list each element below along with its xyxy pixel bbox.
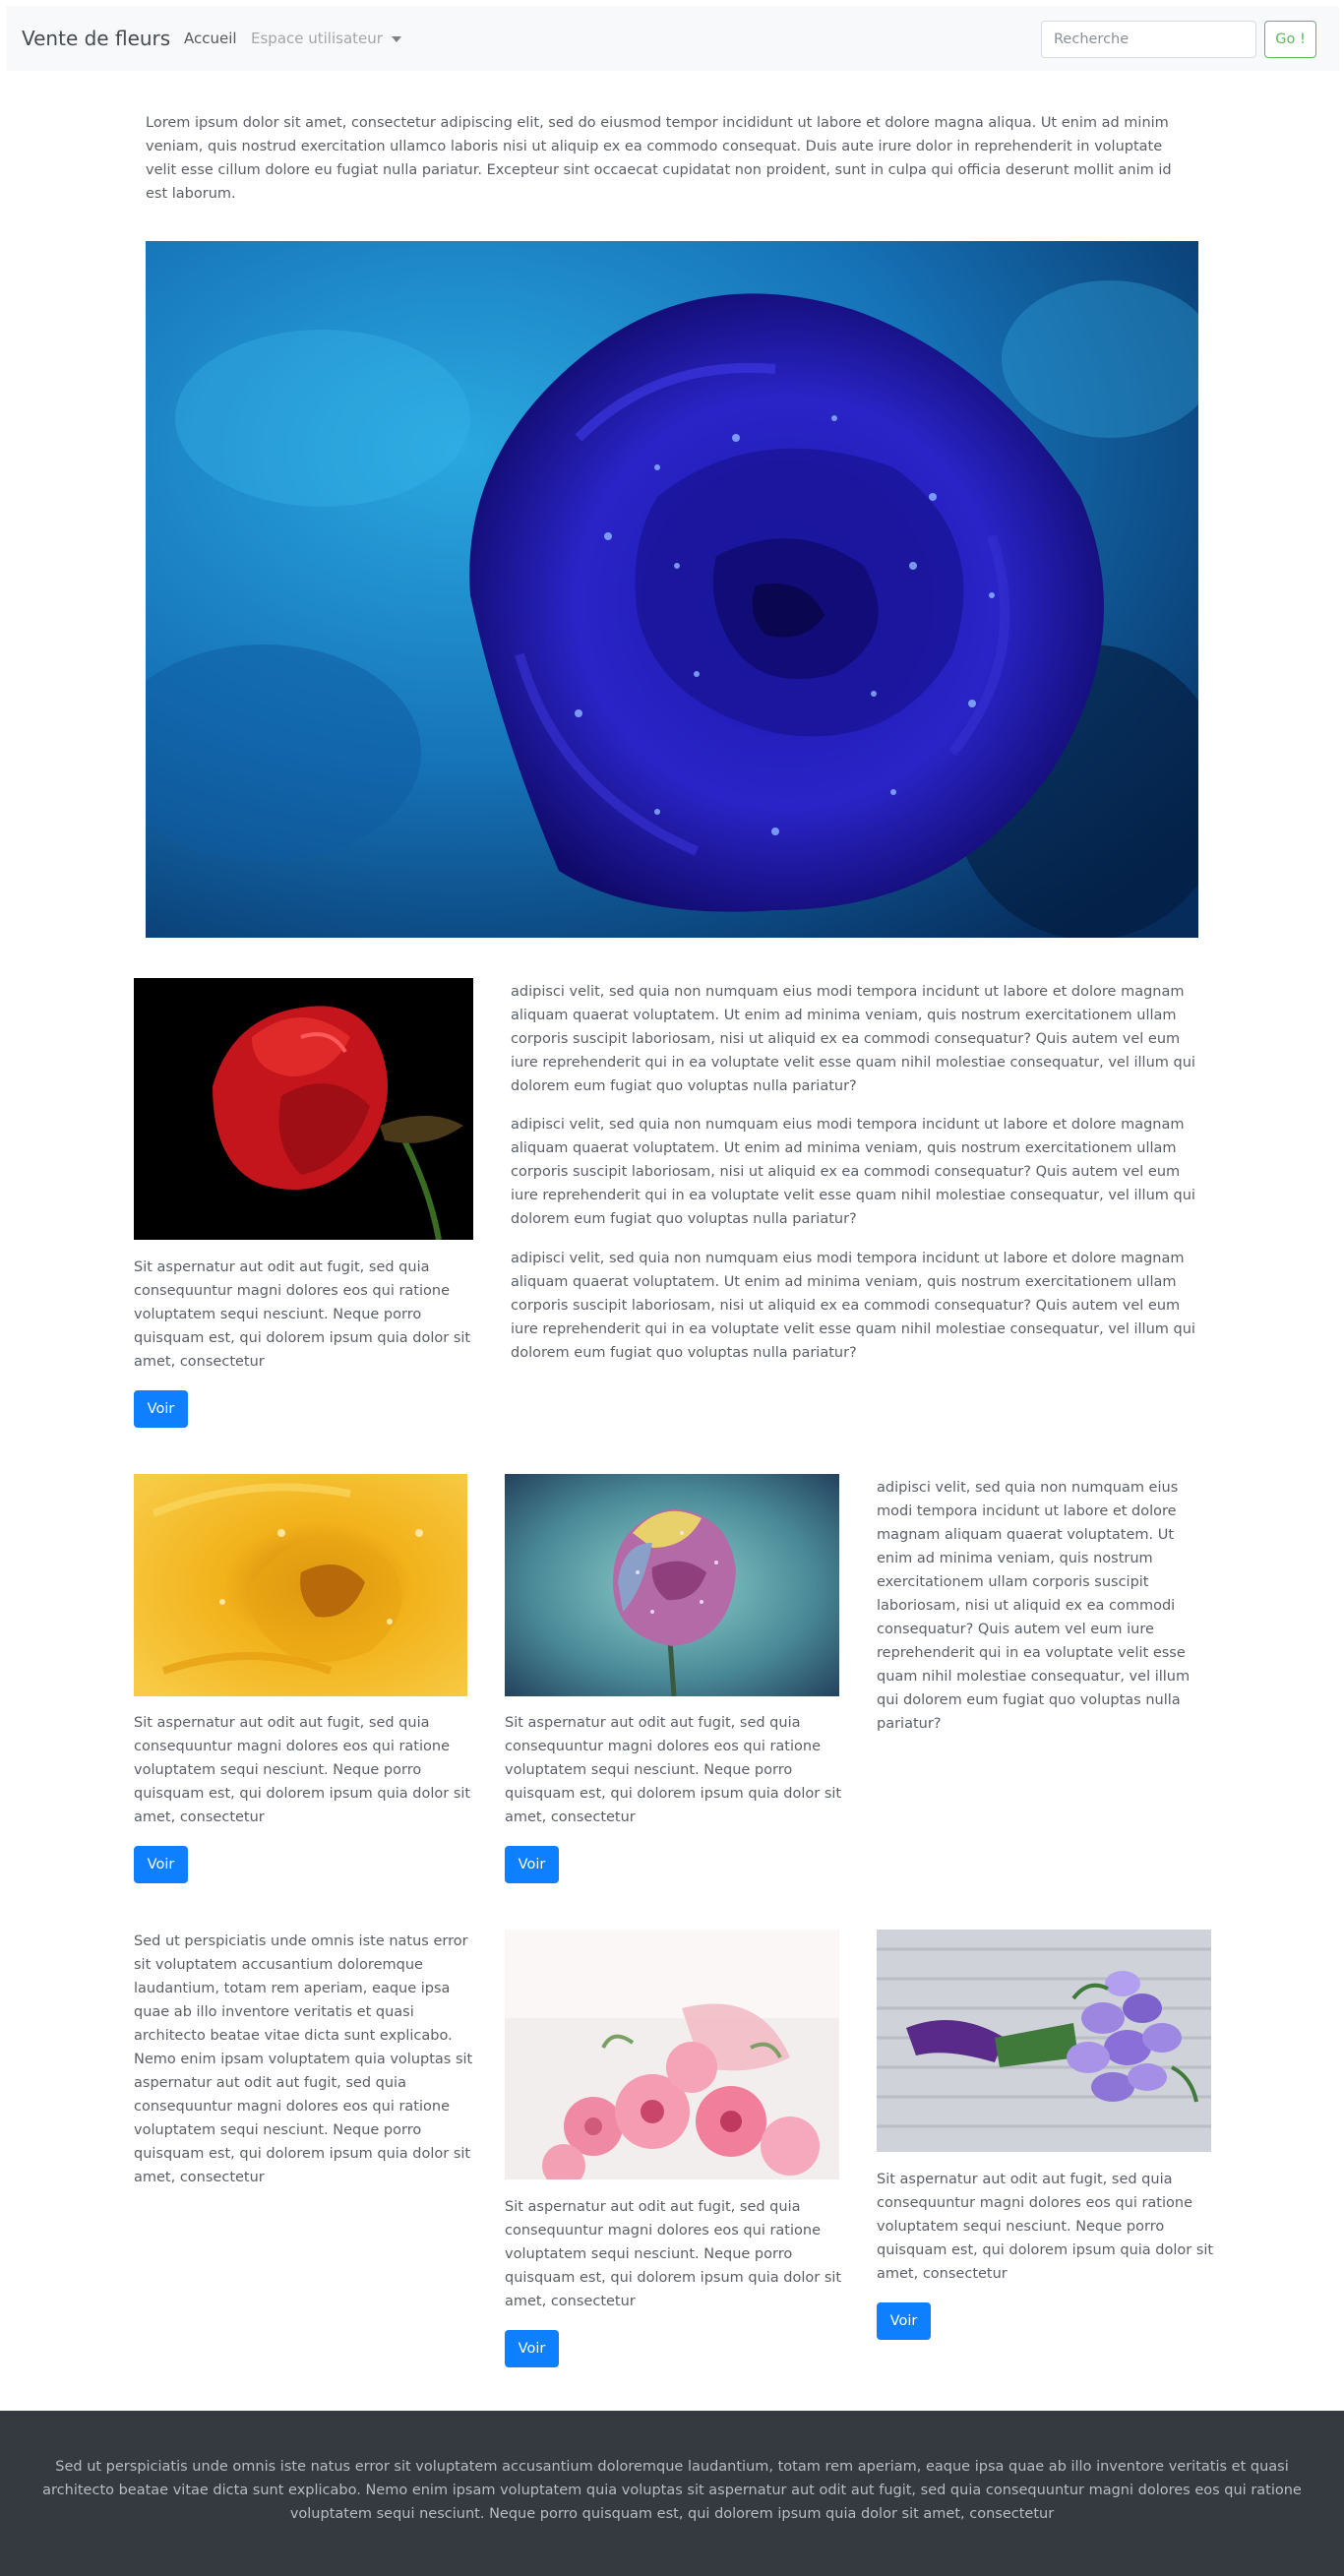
pink-bouquet-image (505, 1930, 839, 2179)
caret-down-icon (391, 36, 401, 42)
footer-text: Sed ut perspiciatis unde omnis iste natu… (42, 2459, 1302, 2522)
yellow-rose-image (134, 1474, 467, 1696)
card-caption: Sit aspernatur aut odit aut fugit, sed q… (505, 2199, 842, 2309)
intro-paragraph: Lorem ipsum dolor sit amet, consectetur … (146, 115, 1172, 202)
view-button[interactable]: Voir (134, 1390, 188, 1428)
brand-link[interactable]: Vente de fleurs (22, 6, 170, 71)
purple-bouquet-illustration (877, 1930, 1211, 2152)
section1-paragraph-1: adipisci velit, sed quia non numquam eiu… (511, 984, 1195, 1094)
red-rose-image (134, 978, 473, 1240)
view-button[interactable]: Voir (877, 2302, 931, 2340)
card-caption: Sit aspernatur aut odit aut fugit, sed q… (505, 1715, 842, 1825)
section2-side-text: adipisci velit, sed quia non numquam eiu… (877, 1480, 1191, 1732)
nav-user-label: Espace utilisateur (251, 30, 383, 47)
view-button[interactable]: Voir (134, 1846, 188, 1883)
rainbow-rose-image (505, 1474, 839, 1696)
pink-bouquet-illustration (505, 1930, 839, 2179)
card-caption: Sit aspernatur aut odit aut fugit, sed q… (134, 1259, 471, 1370)
navbar: Vente de fleurs Accueil Espace utilisate… (6, 6, 1339, 71)
rainbow-rose-illustration (505, 1474, 839, 1696)
purple-bouquet-image (877, 1930, 1211, 2152)
view-button[interactable]: Voir (505, 2330, 559, 2367)
nav-user-dropdown[interactable]: Espace utilisateur (251, 6, 401, 71)
search-button[interactable]: Go ! (1264, 21, 1316, 58)
card-caption: Sit aspernatur aut odit aut fugit, sed q… (877, 2172, 1214, 2282)
footer: Sed ut perspiciatis unde omnis iste natu… (0, 2411, 1344, 2576)
card-caption: Sit aspernatur aut odit aut fugit, sed q… (134, 1715, 471, 1825)
blue-rose-illustration (146, 241, 1198, 938)
section3-side-text: Sed ut perspiciatis unde omnis iste natu… (134, 1933, 473, 2185)
nav-home-link[interactable]: Accueil (184, 6, 237, 71)
hero-blue-rose-image (146, 241, 1198, 938)
section1-paragraph-3: adipisci velit, sed quia non numquam eiu… (511, 1251, 1195, 1361)
section1-paragraph-2: adipisci velit, sed quia non numquam eiu… (511, 1117, 1195, 1227)
yellow-rose-illustration (134, 1474, 467, 1696)
search-input[interactable] (1041, 21, 1256, 58)
red-rose-illustration (134, 978, 473, 1240)
view-button[interactable]: Voir (505, 1846, 559, 1883)
